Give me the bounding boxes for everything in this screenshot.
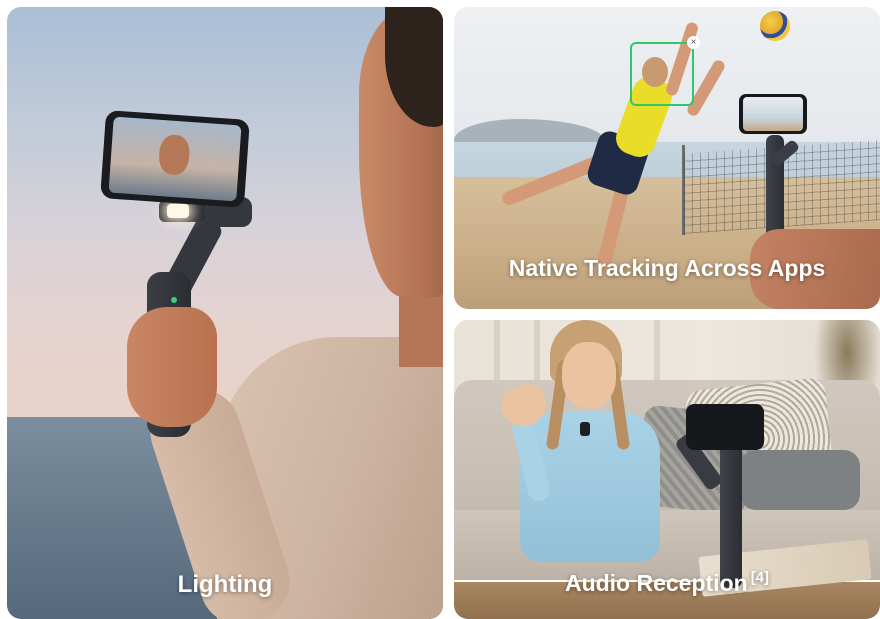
phone-screen	[108, 116, 242, 202]
card-caption-lighting: Lighting	[177, 571, 273, 598]
feature-card-tracking[interactable]: × Native Tracking Across Apps	[454, 7, 880, 309]
phone-screen	[743, 97, 803, 131]
fill-light-glow	[167, 204, 189, 218]
feature-card-lighting[interactable]: Lighting	[7, 7, 443, 619]
lighting-photo	[7, 7, 443, 619]
phone	[100, 110, 250, 208]
microphone-icon	[580, 422, 590, 436]
tracking-frame	[630, 42, 694, 106]
child-face	[562, 342, 616, 408]
gimbal-handle	[720, 438, 742, 588]
phone	[686, 404, 764, 450]
card-caption-audio-text: Audio Reception	[564, 570, 748, 596]
footnote-link[interactable]: [4]	[751, 569, 769, 586]
feature-card-audio[interactable]: Audio Reception [4]	[454, 320, 880, 619]
card-caption-audio: Audio Reception [4]	[454, 569, 880, 597]
volleyball	[760, 11, 790, 41]
person-hand	[127, 307, 217, 427]
gimbal-status-led	[171, 297, 177, 303]
close-icon: ×	[687, 36, 700, 49]
pillow	[740, 450, 860, 510]
phone-screen-face	[157, 133, 191, 176]
card-caption-tracking: Native Tracking Across Apps	[508, 255, 826, 281]
phone	[739, 94, 807, 134]
